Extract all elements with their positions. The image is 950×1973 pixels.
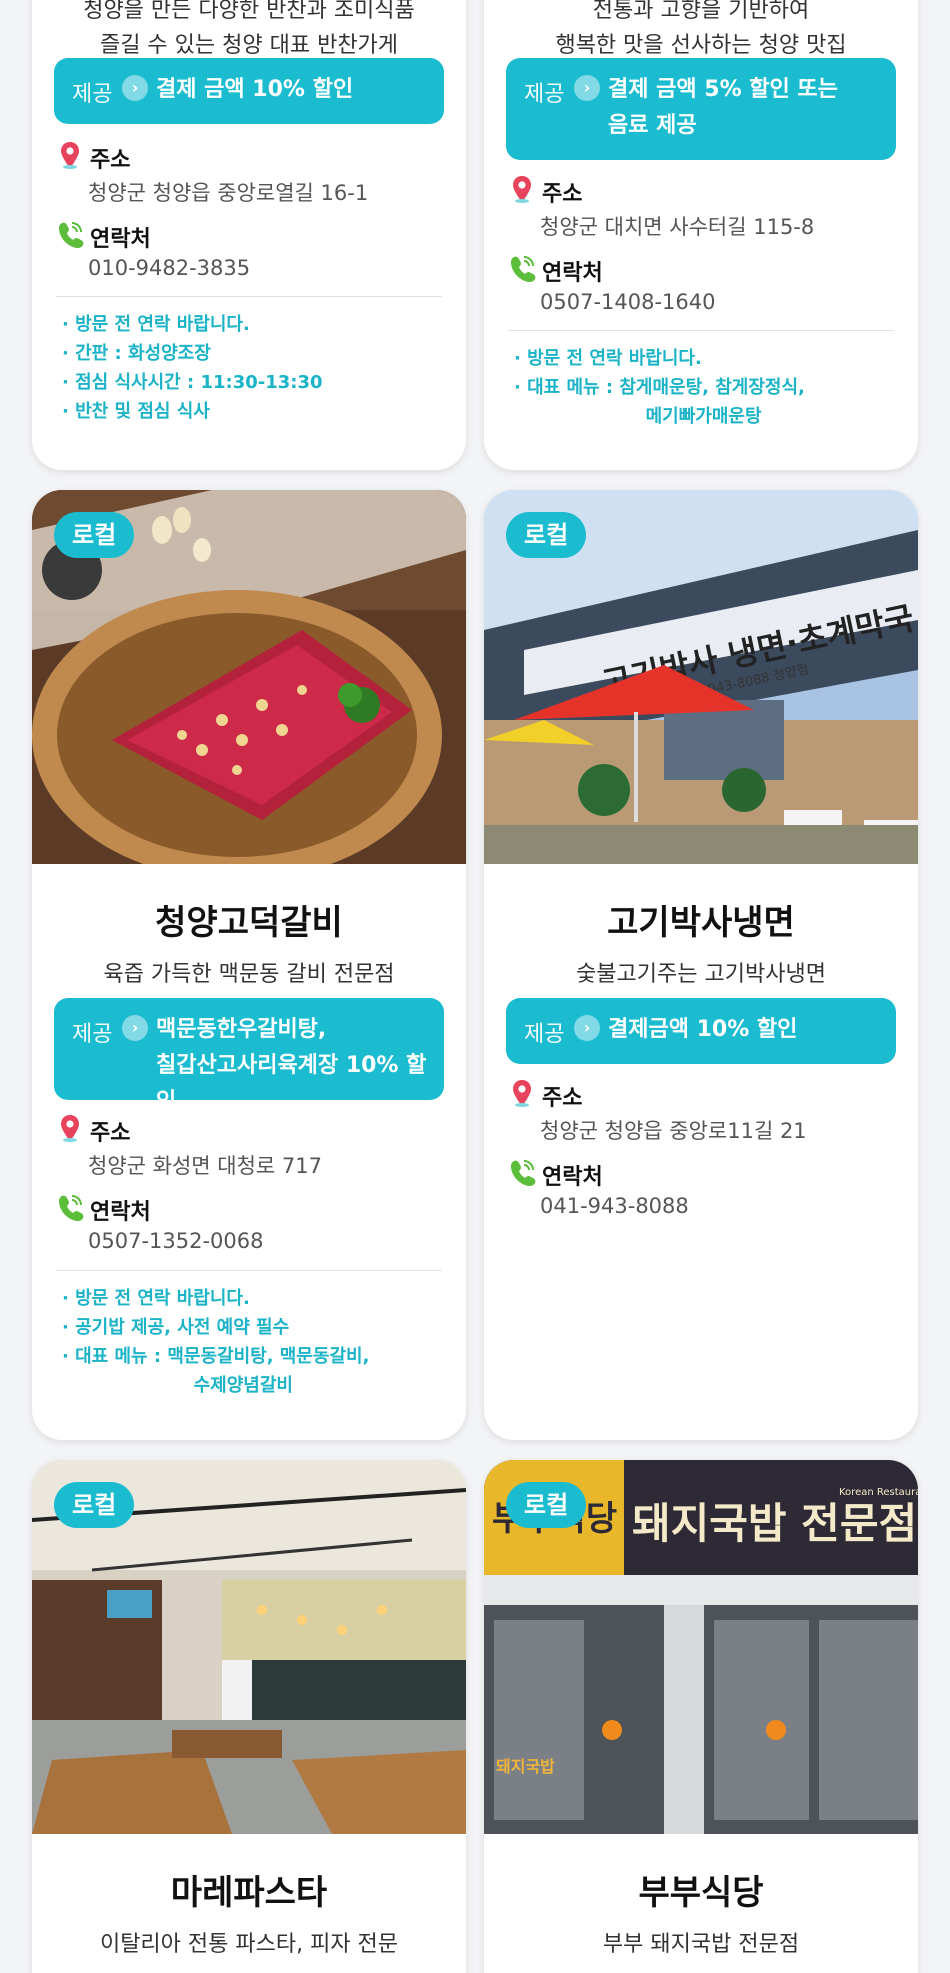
store-name: 마레파스타 [170,1873,328,1913]
store-description: 이탈리아 전통 파스타, 피자 전문 [99,1932,399,1957]
phone-value: 010-9482-3835 [88,256,251,280]
address-label: 주소 [542,1086,583,1111]
address-label: 주소 [90,148,131,173]
contact-label: 연락처 [90,227,151,252]
note-line: · 방문 전 연락 바랍니다. [514,348,702,369]
note-line: · 대표 메뉴 : 참게매운탕, 참게장정식, [514,377,805,398]
phone-icon [511,1160,536,1186]
store-description: 육즙 가득한 맥문동 갈비 전문점 [103,962,395,987]
store-description-cut: 청양을 만든 다양한 반찬과 조미식품 [83,0,415,23]
offer-text: 맥문동한우갈비탕, 칠갑산고사리육계장 10% 할인 [156,1017,427,1114]
phone-icon [59,222,84,248]
store-description: 부부 돼지국밥 전문점 [602,1932,800,1957]
contact-label: 연락처 [90,1200,151,1225]
map-pin-icon [61,142,79,169]
map-pin-icon [513,176,531,203]
store-card[interactable]: 로컬 마레파스타 이탈리아 전통 파스타, 피자 전문 [32,1460,466,1973]
divider [56,296,442,297]
store-description: 행복한 맛을 선사하는 청양 맛집 [555,33,847,58]
offer-tag: 제공 [524,82,565,107]
note-line: · 반찬 및 점심 식사 [62,401,210,422]
local-badge: 로컬 [506,512,587,558]
store-card[interactable]: 로컬 청양고덕갈비 육즙 가득한 맥문동 갈비 전문점 제공 › 맥문동한우갈비… [32,490,466,1440]
chevron-right-icon: › [574,1015,600,1041]
phone-value: 041-943-8088 [540,1194,689,1218]
note-line: · 대표 메뉴 : 맥문동갈비탕, 맥문동갈비, [62,1346,370,1367]
chevron-right-icon: › [574,75,600,101]
offer-text: 결제 금액 10% 할인 [156,77,354,102]
address-label: 주소 [90,1121,131,1146]
note-line: · 점심 식사시간 : 11:30-13:30 [62,372,323,393]
offer-tag: 제공 [72,82,113,107]
local-badge: 로컬 [54,1482,135,1528]
address-label: 주소 [542,182,583,207]
local-badge: 로컬 [506,1482,587,1528]
offer-tag: 제공 [72,1022,113,1047]
offer-tag: 제공 [524,1022,565,1047]
phone-icon [59,1195,84,1221]
note-line: 메기빠가매운탕 [514,406,762,427]
offer-text: 결제 금액 5% 할인 또는 음료 제공 [608,77,838,138]
address-value: 청양군 청양읍 중앙로11길 21 [540,1119,807,1143]
store-notes: · 방문 전 연락 바랍니다. · 대표 메뉴 : 참게매운탕, 참게장정식, … [514,344,898,431]
store-card[interactable]: 전통과 고향을 기반하여 행복한 맛을 선사하는 청양 맛집 제공 › 결제 금… [484,0,918,470]
contact-label: 연락처 [542,261,603,286]
store-notes: · 방문 전 연락 바랍니다. · 공기밥 제공, 사전 예약 필수 · 대표 … [62,1284,446,1400]
chevron-right-icon: › [122,1015,148,1041]
phone-value: 0507-1352-0068 [88,1229,264,1253]
address-value: 청양군 청양읍 중앙로열길 16-1 [88,181,369,205]
note-line: · 간판 : 화성양조장 [62,343,211,364]
note-line: · 방문 전 연락 바랍니다. [62,314,250,335]
store-name: 부부식당 [638,1873,764,1913]
store-card[interactable]: 청양을 만든 다양한 반찬과 조미식품 즐길 수 있는 청양 대표 반찬가게 제… [32,0,466,470]
store-card[interactable]: 고기박사 냉면·초계막국 ☎943-8088 청양점 로컬 고기박사냉면 숯불고… [484,490,918,1440]
map-pin-icon [513,1080,531,1107]
phone-icon [511,256,536,282]
local-badge: 로컬 [54,512,135,558]
map-pin-icon [61,1115,79,1142]
address-value: 청양군 대치면 사수터길 115-8 [540,215,815,239]
offer-banner: 제공 › 맥문동한우갈비탕, 칠갑산고사리육계장 10% 할인 [54,998,444,1114]
store-name: 청양고덕갈비 [155,903,343,943]
sign-subtext: Korean Restaurant [839,1487,918,1498]
store-notes: · 방문 전 연락 바랍니다. · 간판 : 화성양조장 · 점심 식사시간 :… [62,310,446,426]
offer-banner: 제공 › 결제 금액 5% 할인 또는 음료 제공 [506,58,896,160]
store-description-cut: 전통과 고향을 기반하여 [592,0,810,23]
store-name: 고기박사냉면 [607,903,795,943]
address-value: 청양군 화성면 대청로 717 [88,1154,322,1178]
note-line: · 방문 전 연락 바랍니다. [62,1288,250,1309]
offer-banner: 제공 › 결제금액 10% 할인 [506,998,896,1064]
divider [56,1270,442,1271]
store-card[interactable]: 돼지국밥 전문점 Korean Restaurant 부부식당 돼지국밥 로컬 … [484,1460,918,1973]
store-description: 숯불고기주는 고기박사냉면 [576,962,826,987]
chevron-right-icon: › [122,75,148,101]
store-description: 즐길 수 있는 청양 대표 반찬가게 [99,33,399,58]
window-text: 돼지국밥 [496,1757,555,1776]
divider [508,330,894,331]
note-line: 수제양념갈비 [62,1375,293,1396]
offer-text: 결제금액 10% 할인 [608,1017,798,1042]
offer-banner: 제공 › 결제 금액 10% 할인 [54,58,444,124]
contact-label: 연락처 [542,1165,603,1190]
phone-value: 0507-1408-1640 [540,290,716,314]
note-line: · 공기밥 제공, 사전 예약 필수 [62,1317,290,1338]
sign-text: 돼지국밥 전문점 [632,1499,917,1548]
